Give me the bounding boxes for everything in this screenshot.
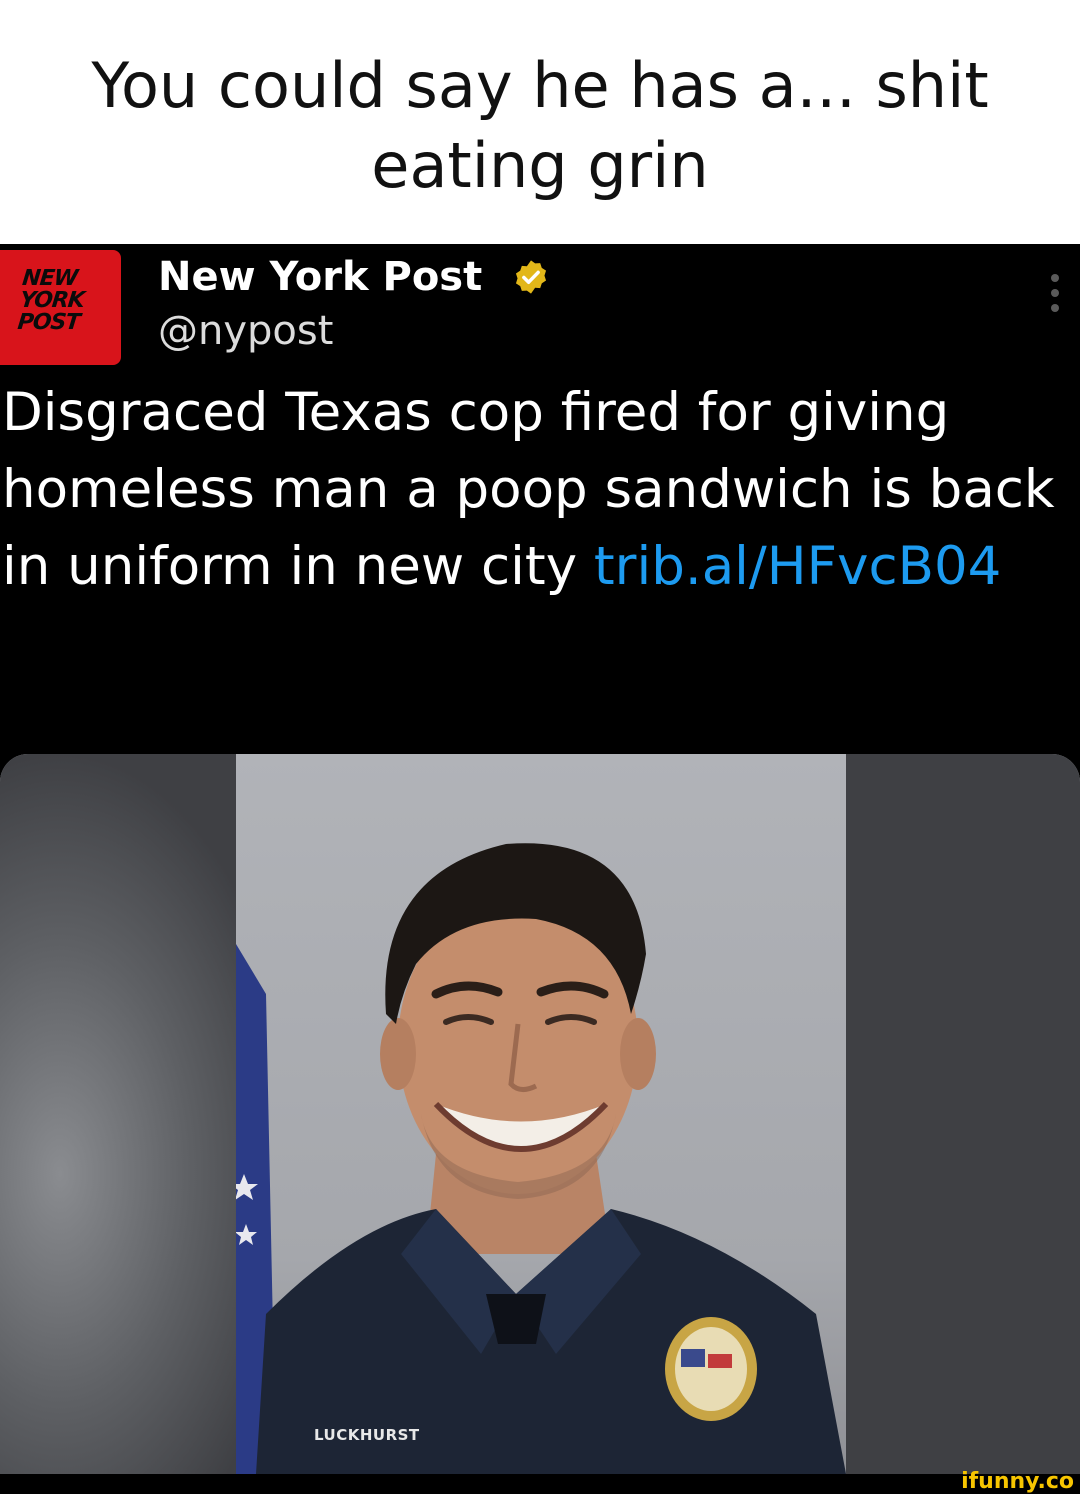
handle[interactable]: @nypost — [158, 306, 333, 356]
meme-caption: You could say he has a... shit eating gr… — [0, 0, 1080, 244]
avatar[interactable]: NEW YORK POST — [0, 250, 121, 365]
portrait-illustration — [236, 843, 846, 1474]
tweet-card[interactable]: NEW YORK POST New York Post @nypost Disg… — [0, 244, 1080, 1494]
caption-text: You could say he has a... shit eating gr… — [40, 46, 1040, 206]
footer-bar — [0, 1474, 1080, 1494]
display-name[interactable]: New York Post — [158, 252, 482, 302]
ifunny-watermark: ifunny.co — [961, 1469, 1074, 1494]
caption-line-1: You could say he has a... shit — [91, 49, 989, 122]
name-tag: LUCKHURST — [314, 1426, 420, 1444]
tweet-media[interactable]: LUCKHURST — [0, 754, 1080, 1474]
verified-badge-icon — [515, 260, 547, 294]
more-options-icon[interactable] — [1040, 274, 1070, 324]
caption-line-2: eating grin — [371, 129, 709, 202]
tweet-text: Disgraced Texas cop fired for giving hom… — [2, 374, 1062, 605]
tweet-link[interactable]: trib.al/HFvcB04 — [594, 536, 1002, 597]
nypost-logo: NEW YORK POST — [16, 266, 86, 335]
portrait-photo: LUCKHURST — [236, 754, 846, 1474]
